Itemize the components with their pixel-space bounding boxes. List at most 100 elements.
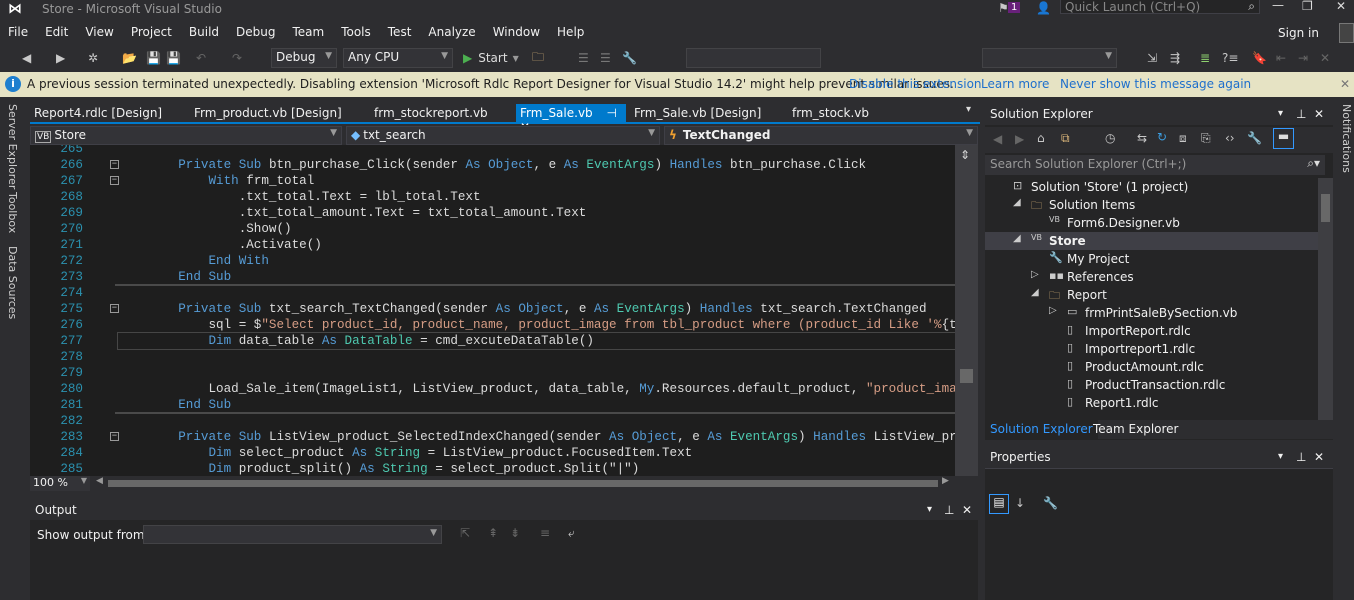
menu-project[interactable]: Project (123, 22, 181, 44)
scroll-right-icon[interactable]: ▶ (942, 476, 949, 486)
tree-scrollbar[interactable] (1318, 178, 1333, 420)
collapse-all-icon[interactable]: ⧈ (1179, 131, 1187, 146)
doc-tab[interactable]: Frm_Sale.vb ⊣ ✕ (516, 104, 626, 134)
object-dropdown[interactable]: ◆ txt_search ▼ (346, 126, 660, 145)
code-line[interactable]: 266 − Private Sub btn_purchase_Click(send… (30, 157, 955, 173)
collapse-icon[interactable]: − (110, 176, 119, 185)
code-editor[interactable]: 265 266 − Private Sub btn_purchase_Click(s… (30, 145, 955, 476)
configuration-dropdown[interactable]: Debug ▼ (271, 48, 337, 68)
expanded-arrow-icon[interactable]: ◢ (1031, 287, 1039, 298)
code-line[interactable]: 269 .txt_total_amount.Text = txt_total_a… (30, 205, 955, 221)
tree-item[interactable]: ▯ Importreport1.rdlc (985, 340, 1318, 358)
switch-views-icon[interactable]: ⧉ (1061, 131, 1070, 146)
menu-test[interactable]: Test (380, 22, 421, 44)
clear-bookmarks-icon[interactable]: ✕ (1320, 48, 1330, 68)
tree-item[interactable]: ▯ ProductTransaction.rdlc (985, 376, 1318, 394)
code-line[interactable]: 271 .Activate() (30, 237, 955, 253)
code-line[interactable]: 272 End With (30, 253, 955, 269)
close-panel-icon[interactable]: ✕ (1314, 107, 1324, 121)
solution-search-input[interactable]: Search Solution Explorer (Ctrl+;) ⌕▾ (985, 155, 1325, 175)
pin-icon[interactable]: ⊥ (1296, 450, 1306, 464)
code-line[interactable]: 283 − Private Sub ListView_product_Select… (30, 429, 955, 445)
code-line[interactable]: 275 − Private Sub txt_search_TextChanged(… (30, 301, 955, 317)
code-line[interactable]: 273 End Sub (30, 269, 955, 285)
panel-menu-icon[interactable]: ▾ (1278, 451, 1283, 462)
editor-vertical-scrollbar[interactable]: ⇕ (955, 145, 978, 476)
pending-changes-icon[interactable]: ◷ (1105, 131, 1115, 145)
menu-analyze[interactable]: Analyze (420, 22, 484, 44)
platform-dropdown[interactable]: Any CPU ▼ (343, 48, 453, 68)
categorized-icon[interactable]: ▤ (989, 494, 1009, 514)
close-window-button[interactable]: ✕ (1336, 0, 1346, 13)
pin-icon[interactable]: ⊥ (1296, 107, 1306, 121)
preview-selected-icon[interactable]: ▬ (1273, 128, 1294, 149)
code-line[interactable]: 276 sql = $"Select product_id, product_n… (30, 317, 955, 333)
menu-build[interactable]: Build (181, 22, 228, 44)
tree-item[interactable]: ◢ 🗀 Report (985, 286, 1318, 304)
undo-icon[interactable]: ↶ (196, 48, 206, 68)
minimize-button[interactable]: — (1272, 0, 1284, 12)
quick-launch-input[interactable]: Quick Launch (Ctrl+Q) ⌕ (1060, 0, 1260, 14)
data-sources-tab[interactable]: Data Sources (6, 246, 19, 319)
split-editor-icon[interactable]: ⇕ (960, 148, 970, 162)
previous-message-icon[interactable]: ⇞ (488, 526, 498, 540)
menu-edit[interactable]: Edit (37, 22, 77, 44)
tree-item[interactable]: ▯ Report1.rdlc (985, 394, 1318, 412)
menu-debug[interactable]: Debug (228, 22, 284, 44)
menu-help[interactable]: Help (549, 22, 593, 44)
output-source-dropdown[interactable]: ▼ (143, 525, 442, 544)
notification-badge[interactable]: 1 (1008, 2, 1021, 13)
solution-configurations-combo[interactable]: ▼ (982, 48, 1117, 68)
clear-all-icon[interactable]: ≡ (540, 526, 550, 540)
expanded-arrow-icon[interactable]: ◢ (1013, 233, 1021, 244)
doc-tab[interactable]: Frm_Sale.vb [Design] (630, 104, 765, 123)
view-code-icon[interactable]: ‹› (1225, 131, 1235, 145)
redo-icon[interactable]: ↷ (232, 48, 242, 68)
show-all-files-icon[interactable]: ⎘ (1201, 131, 1211, 146)
collapsed-arrow-icon[interactable]: ▷ (1031, 269, 1039, 280)
tree-item[interactable]: ◢ VB Store (985, 232, 1318, 250)
scroll-left-icon[interactable]: ◀ (96, 476, 103, 486)
collapsed-arrow-icon[interactable]: ▷ (1049, 305, 1057, 316)
toolbox-tab[interactable]: Toolbox (6, 192, 19, 233)
next-bookmark-icon[interactable]: ⇥ (1298, 48, 1308, 68)
menu-team[interactable]: Team (284, 22, 333, 44)
code-line[interactable]: 265 (30, 145, 955, 157)
home-icon[interactable]: ⌂ (1037, 131, 1045, 145)
tree-item[interactable]: ▯ ImportReport.rdlc (985, 322, 1318, 340)
new-project-icon[interactable]: ✲ (88, 48, 98, 68)
word-wrap-icon[interactable]: ⤶ (568, 526, 575, 541)
learn-more-link[interactable]: Learn more (981, 77, 1049, 91)
menu-view[interactable]: View (77, 22, 122, 44)
uncomment-icon[interactable]: ☰ (600, 48, 611, 68)
properties-wrench-icon[interactable]: 🔧 (1247, 131, 1262, 145)
step-into-icon[interactable]: ⇲ (1147, 48, 1157, 68)
restore-button[interactable]: ❐ (1302, 0, 1313, 13)
forward-icon[interactable]: ▶ (1015, 132, 1024, 146)
navigate-forward-icon[interactable]: ▶ (56, 48, 65, 68)
bookmark-icon[interactable]: 🔖 (1252, 48, 1267, 68)
menu-file[interactable]: File (0, 22, 37, 44)
server-explorer-tab[interactable]: Server Explorer (6, 104, 19, 189)
code-line[interactable]: 284 Dim select_product As String = ListV… (30, 445, 955, 461)
event-dropdown[interactable]: ϟ TextChanged ▼ (664, 126, 978, 145)
tab-list-dropdown-icon[interactable]: ▾ (966, 104, 971, 115)
code-line[interactable]: 277 Dim data_table As DataTable = cmd_ex… (60, 332, 955, 350)
code-line[interactable]: 268 .txt_total.Text = lbl_total.Text (30, 189, 955, 205)
indent-icon[interactable]: ⇶ (1170, 48, 1180, 68)
collapse-icon[interactable]: − (110, 432, 119, 441)
notifications-tab[interactable]: Notifications (1340, 104, 1353, 173)
code-line[interactable]: 282 (30, 413, 955, 429)
close-output-icon[interactable]: ✕ (962, 503, 972, 517)
horizontal-scroll-thumb[interactable] (108, 480, 938, 487)
alphabetical-icon[interactable]: ↓ (1015, 496, 1025, 510)
code-line[interactable]: 278 (30, 349, 955, 365)
menu-tools[interactable]: Tools (333, 22, 380, 44)
refresh-icon[interactable]: ↻ (1157, 130, 1167, 144)
pin-icon[interactable]: ⊥ (944, 503, 954, 517)
tree-item[interactable]: ▯ ProductAmount.rdlc (985, 358, 1318, 376)
expanded-arrow-icon[interactable]: ◢ (1013, 197, 1021, 208)
account-avatar-icon[interactable] (1339, 23, 1354, 43)
tab-team-explorer[interactable]: Team Explorer (1087, 420, 1185, 438)
find-in-files-icon[interactable]: 🗀 (532, 48, 544, 68)
